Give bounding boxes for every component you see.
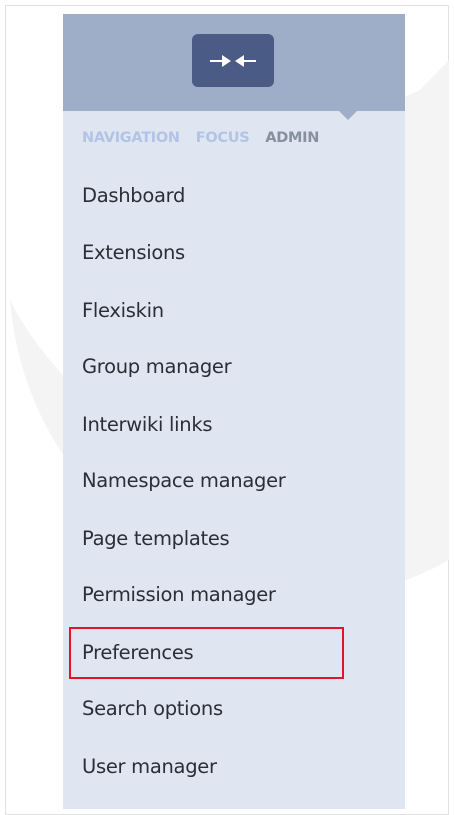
tab-navigation[interactable]: NAVIGATION: [82, 130, 180, 152]
menu-item-dashboard[interactable]: Dashboard: [82, 181, 185, 211]
collapse-sidebar-button[interactable]: [192, 34, 274, 87]
menu-item-preferences[interactable]: Preferences: [82, 638, 194, 668]
admin-sidebar: NAVIGATION FOCUS ADMIN Dashboard Extensi…: [63, 14, 405, 809]
tab-focus[interactable]: FOCUS: [196, 130, 250, 152]
menu-item-search-options[interactable]: Search options: [82, 694, 223, 724]
menu-item-permission-manager[interactable]: Permission manager: [82, 580, 276, 610]
tab-admin[interactable]: ADMIN: [265, 130, 319, 152]
menu-item-user-manager[interactable]: User manager: [82, 752, 217, 782]
collapse-arrows-icon: [210, 54, 256, 67]
sidebar-tabs: NAVIGATION FOCUS ADMIN: [82, 130, 319, 152]
menu-item-group-manager[interactable]: Group manager: [82, 352, 232, 382]
active-tab-indicator: [339, 111, 357, 120]
menu-item-page-templates[interactable]: Page templates: [82, 524, 230, 554]
menu-item-interwiki-links[interactable]: Interwiki links: [82, 410, 213, 440]
menu-item-namespace-manager[interactable]: Namespace manager: [82, 466, 286, 496]
menu-item-flexiskin[interactable]: Flexiskin: [82, 296, 164, 326]
menu-item-extensions[interactable]: Extensions: [82, 238, 185, 268]
sidebar-header: [63, 14, 405, 120]
